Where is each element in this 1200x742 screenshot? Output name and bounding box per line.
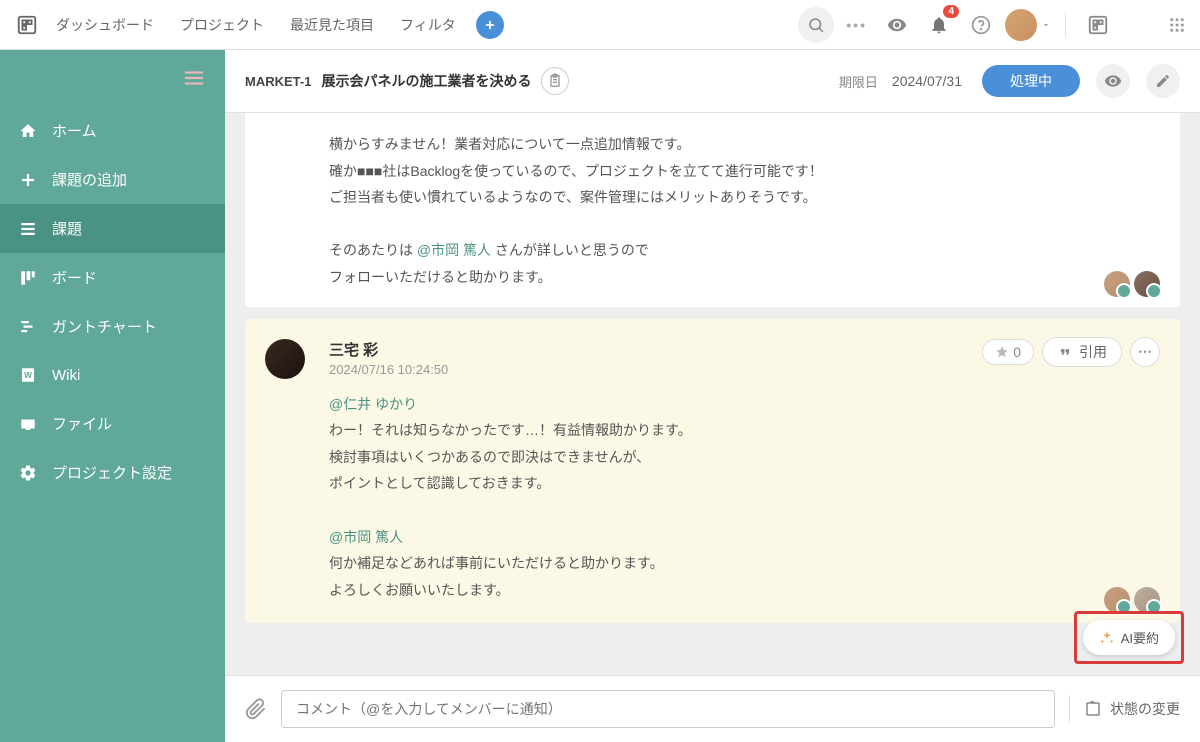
comment-text: @仁井 ゆかり わー！それは知らなかったです…！有益情報助かります。 検討事項は…: [329, 391, 1160, 604]
watch-issue-icon[interactable]: [1096, 64, 1130, 98]
home-icon: [18, 121, 38, 141]
reaction-avatar[interactable]: [1104, 271, 1130, 297]
svg-text:W: W: [24, 371, 32, 380]
comment-input-bar: 状態の変更: [225, 675, 1200, 742]
add-button[interactable]: [476, 11, 504, 39]
search-icon[interactable]: [798, 7, 834, 43]
top-bar: ダッシュボード プロジェクト 最近見た項目 フィルタ ••• 4: [0, 0, 1200, 50]
clipboard-icon[interactable]: [541, 67, 569, 95]
comment-input[interactable]: [281, 690, 1055, 728]
star-count: 0: [1013, 344, 1021, 360]
comment-avatar: [265, 339, 305, 379]
main-content: MARKET-1 展示会パネルの施工業者を決める 期限日 2024/07/31 …: [225, 50, 1200, 742]
quote-button[interactable]: 引用: [1042, 337, 1122, 367]
comment: 0 引用 ⋯ 三宅 彩 2024/07/16 10:24:50 @仁井 ゆかり …: [245, 319, 1180, 624]
issue-header: MARKET-1 展示会パネルの施工業者を決める 期限日 2024/07/31 …: [225, 50, 1200, 113]
ai-summary-button[interactable]: AI要約: [1083, 620, 1175, 655]
sidebar-item-label: ファイル: [52, 413, 112, 434]
mention[interactable]: @市岡 篤人: [417, 242, 491, 258]
sidebar-item-file[interactable]: ファイル: [0, 399, 225, 448]
sidebar-toggle[interactable]: [0, 50, 225, 106]
due-date-value: 2024/07/31: [892, 73, 962, 89]
sidebar-item-label: 課題: [52, 218, 82, 239]
sidebar-item-label: 課題の追加: [52, 169, 127, 190]
sidebar-item-issues[interactable]: 課題: [0, 204, 225, 253]
edit-issue-icon[interactable]: [1146, 64, 1180, 98]
due-date-label: 期限日: [839, 72, 878, 91]
status-pill[interactable]: 処理中: [982, 65, 1080, 97]
reaction-avatar[interactable]: [1134, 587, 1160, 613]
issue-title: 展示会パネルの施工業者を決める: [321, 71, 531, 91]
watch-icon[interactable]: [879, 7, 915, 43]
user-avatar: [1005, 9, 1037, 41]
sidebar-item-label: Wiki: [52, 367, 80, 384]
sidebar-item-add-issue[interactable]: 課題の追加: [0, 155, 225, 204]
board-icon: [18, 268, 38, 288]
nav-recent[interactable]: 最近見た項目: [280, 9, 384, 41]
star-button[interactable]: 0: [982, 339, 1034, 365]
gantt-icon: [18, 317, 38, 337]
sidebar-item-label: ボード: [52, 267, 97, 288]
help-icon[interactable]: [963, 7, 999, 43]
sidebar-item-settings[interactable]: プロジェクト設定: [0, 448, 225, 497]
comment: 横からすみません！業者対応について一点追加情報です。 確か■■■社はBacklo…: [245, 113, 1180, 307]
sidebar-item-gantt[interactable]: ガントチャート: [0, 302, 225, 351]
apps-grid-icon[interactable]: [1168, 16, 1186, 34]
comment-text: 横からすみません！業者対応について一点追加情報です。 確か■■■社はBacklo…: [329, 131, 1160, 291]
issue-key: MARKET-1: [245, 74, 311, 89]
divider: [1065, 13, 1066, 37]
reaction-avatar[interactable]: [1104, 587, 1130, 613]
comment-more-icon[interactable]: ⋯: [1130, 337, 1160, 367]
nav-project[interactable]: プロジェクト: [170, 9, 274, 41]
notifications-icon[interactable]: 4: [921, 7, 957, 43]
notification-badge: 4: [943, 5, 959, 18]
more-menu-icon[interactable]: •••: [840, 17, 873, 33]
status-change-button[interactable]: 状態の変更: [1084, 699, 1180, 719]
sidebar-item-label: ホーム: [52, 120, 97, 141]
mention[interactable]: @市岡 篤人: [329, 529, 403, 545]
comment-reactions: [1104, 271, 1160, 297]
nav-filter[interactable]: フィルタ: [390, 9, 466, 41]
ai-summary-highlight: AI要約: [1074, 611, 1184, 664]
list-icon: [18, 219, 38, 239]
wiki-icon: W: [18, 365, 38, 385]
sparkle-icon: [1099, 630, 1115, 646]
sidebar-item-label: ガントチャート: [52, 316, 157, 337]
user-menu[interactable]: [1005, 9, 1051, 41]
mention[interactable]: @仁井 ゆかり: [329, 396, 417, 412]
divider: [1069, 695, 1070, 723]
sidebar-item-board[interactable]: ボード: [0, 253, 225, 302]
org-icon[interactable]: [1080, 7, 1116, 43]
gear-icon: [18, 463, 38, 483]
sidebar-item-label: プロジェクト設定: [52, 462, 172, 483]
sidebar-item-wiki[interactable]: W Wiki: [0, 351, 225, 399]
app-logo-icon[interactable]: [14, 12, 40, 38]
nav-dashboard[interactable]: ダッシュボード: [46, 9, 164, 41]
comment-reactions: [1104, 587, 1160, 613]
sidebar: ホーム 課題の追加 課題 ボード ガントチャート W Wiki ファイル プロジ…: [0, 50, 225, 742]
attach-icon[interactable]: [245, 698, 267, 720]
reaction-avatar[interactable]: [1134, 271, 1160, 297]
plus-icon: [18, 170, 38, 190]
sidebar-item-home[interactable]: ホーム: [0, 106, 225, 155]
comment-actions: 0 引用 ⋯: [982, 337, 1160, 367]
comments-area[interactable]: 横からすみません！業者対応について一点追加情報です。 確か■■■社はBacklo…: [225, 113, 1200, 742]
file-icon: [18, 414, 38, 434]
